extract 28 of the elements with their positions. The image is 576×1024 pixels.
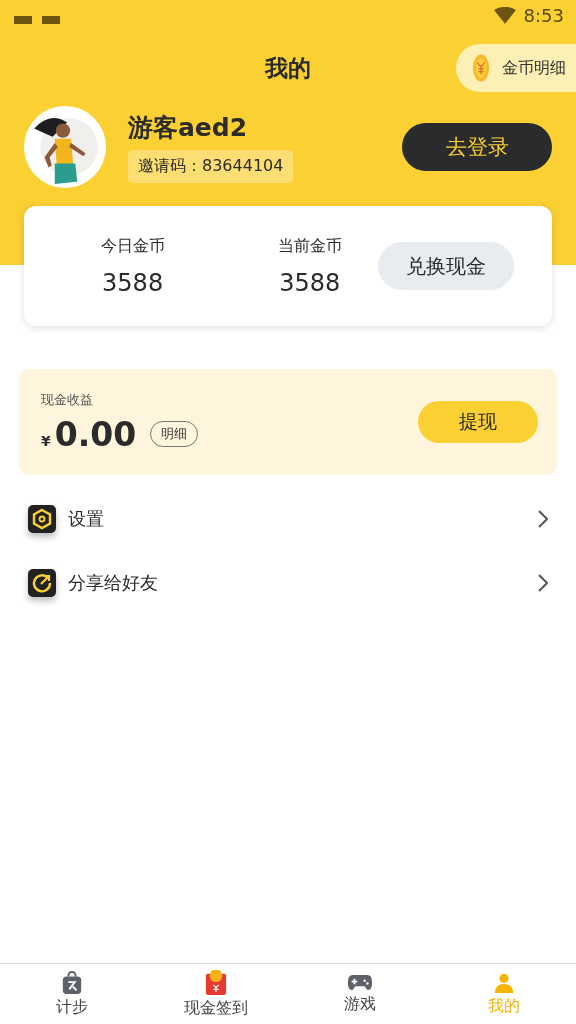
menu-item[interactable]: 设置	[0, 487, 576, 551]
gamepad-icon	[347, 973, 373, 992]
status-time: 8:53	[523, 4, 564, 26]
currency-sign: ¥	[41, 432, 51, 449]
chevron-icon	[538, 510, 548, 528]
exchange-button[interactable]: 兑换现金	[378, 242, 514, 290]
coin-icon	[472, 53, 490, 83]
stat-label: 今日金币	[100, 235, 165, 257]
envelope-icon	[205, 969, 227, 996]
cash-label: 现金收益	[41, 390, 94, 409]
chevron-icon	[538, 574, 548, 592]
stat-label: 当前金币	[277, 235, 342, 257]
login-button[interactable]: 去登录	[402, 123, 552, 171]
wifi-icon	[493, 6, 516, 24]
invite-code: 邀请码：83644104	[128, 150, 294, 183]
stat-value: 3588	[279, 268, 341, 297]
coin-detail-button[interactable]: 金币明细	[456, 44, 576, 92]
bag-icon	[61, 970, 83, 995]
stat-value: 3588	[102, 268, 164, 297]
person-icon	[493, 971, 515, 994]
user-name: 游客aed2	[128, 112, 248, 144]
page-title: 我的	[265, 53, 311, 83]
notification-icon	[14, 16, 32, 24]
cash-amount: 0.00	[54, 414, 137, 454]
notification-icon	[42, 16, 60, 24]
menu-item[interactable]: 分享给好友	[0, 551, 576, 615]
withdraw-button[interactable]: 提现	[418, 401, 538, 443]
share-icon	[28, 569, 56, 597]
